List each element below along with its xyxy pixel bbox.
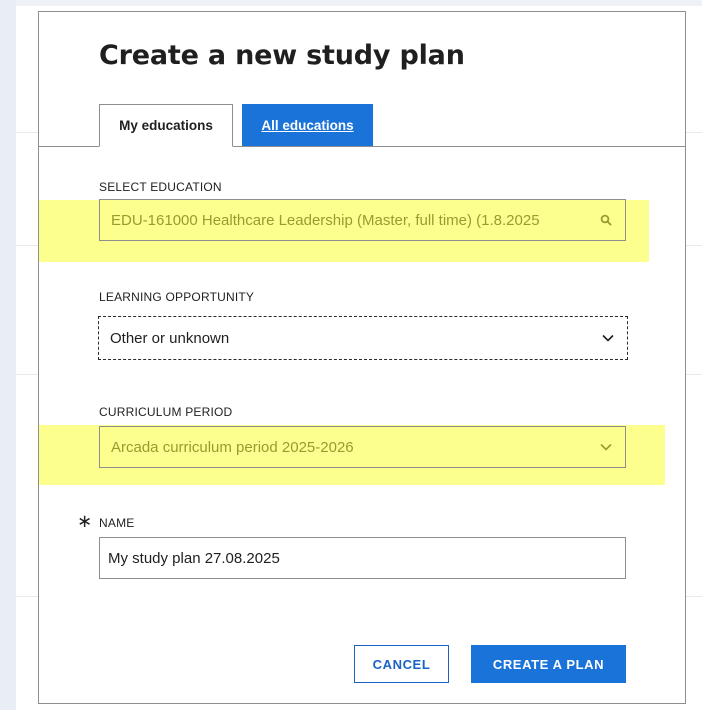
name-label: NAME (99, 516, 135, 530)
education-tabs: My educations All educations (99, 104, 373, 147)
required-marker: ∗ (77, 511, 93, 532)
background-sidebar (0, 0, 16, 710)
tab-all-educations[interactable]: All educations (242, 104, 373, 147)
curriculum-period-label: CURRICULUM PERIOD (99, 405, 233, 419)
name-value: My study plan 27.08.2025 (108, 549, 280, 567)
tab-label: All educations (261, 118, 354, 133)
select-education-label: SELECT EDUCATION (99, 180, 222, 194)
chevron-down-icon (597, 438, 615, 456)
tab-label: My educations (119, 118, 213, 133)
select-education-input[interactable]: EDU-161000 Healthcare Leadership (Master… (99, 199, 626, 241)
select-education-value: EDU-161000 Healthcare Leadership (Master… (111, 211, 540, 229)
cancel-button[interactable]: CANCEL (354, 645, 449, 683)
learning-opportunity-value: Other or unknown (110, 329, 230, 347)
learning-opportunity-select[interactable]: Other or unknown (98, 316, 628, 360)
create-study-plan-dialog: Create a new study plan My educations Al… (38, 11, 686, 704)
curriculum-period-select[interactable]: Arcada curriculum period 2025-2026 (99, 426, 626, 468)
tab-my-educations[interactable]: My educations (99, 104, 233, 147)
curriculum-period-value: Arcada curriculum period 2025-2026 (111, 438, 354, 456)
chevron-down-icon (599, 329, 617, 347)
learning-opportunity-label: LEARNING OPPORTUNITY (99, 290, 255, 304)
create-plan-button[interactable]: CREATE A PLAN (471, 645, 626, 683)
name-input[interactable]: My study plan 27.08.2025 (99, 537, 626, 579)
dialog-title: Create a new study plan (99, 40, 465, 71)
search-icon[interactable] (597, 211, 615, 229)
